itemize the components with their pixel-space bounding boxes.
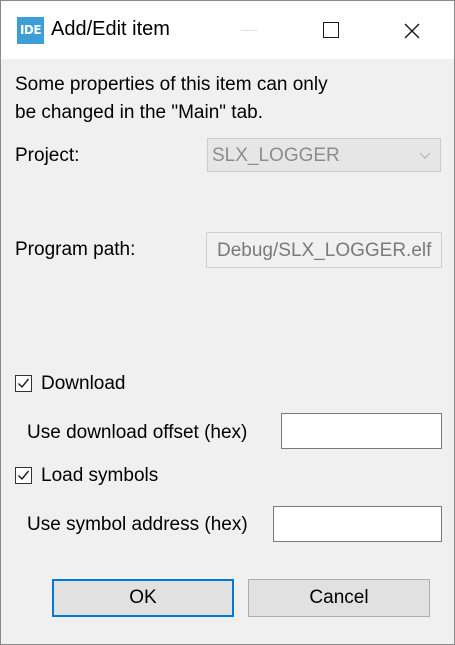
cancel-button[interactable]: Cancel	[248, 579, 430, 617]
ok-button[interactable]: OK	[52, 579, 234, 617]
info-line-1: Some properties of this item can only	[15, 74, 328, 95]
load-symbols-label[interactable]: Load symbols	[41, 465, 158, 487]
load-symbols-checkbox[interactable]	[15, 467, 32, 484]
title-bar[interactable]: IDE Add/Edit item	[1, 1, 454, 59]
project-value: SLX_LOGGER	[212, 145, 340, 166]
project-combo[interactable]: SLX_LOGGER	[207, 138, 441, 172]
maximize-icon	[323, 22, 339, 38]
minimize-icon	[241, 30, 257, 31]
add-edit-item-dialog: IDE Add/Edit item Some properties of thi…	[0, 0, 455, 645]
program-path-value: Debug/SLX_LOGGER.elf	[217, 240, 432, 261]
info-line-2: be changed in the "Main" tab.	[15, 102, 263, 123]
symbol-address-input[interactable]	[273, 506, 442, 542]
program-path-label: Program path:	[15, 239, 136, 260]
project-label: Project:	[15, 145, 80, 166]
download-checkbox[interactable]	[15, 375, 32, 392]
info-message: Some properties of this item can only be…	[15, 71, 435, 127]
checkmark-icon	[18, 470, 30, 481]
symbol-address-label: Use symbol address (hex)	[27, 514, 248, 535]
window-title: Add/Edit item	[51, 18, 170, 40]
chevron-down-icon	[419, 152, 431, 159]
download-label[interactable]: Download	[41, 373, 126, 395]
checkmark-icon	[18, 378, 30, 389]
close-icon	[404, 23, 420, 39]
minimize-button	[209, 1, 289, 59]
download-offset-label: Use download offset (hex)	[27, 422, 248, 443]
download-offset-input[interactable]	[281, 413, 442, 449]
maximize-button[interactable]	[291, 1, 371, 59]
close-button[interactable]	[373, 1, 453, 59]
program-path-field[interactable]: Debug/SLX_LOGGER.elf	[206, 232, 442, 268]
ide-app-icon: IDE	[17, 17, 44, 44]
